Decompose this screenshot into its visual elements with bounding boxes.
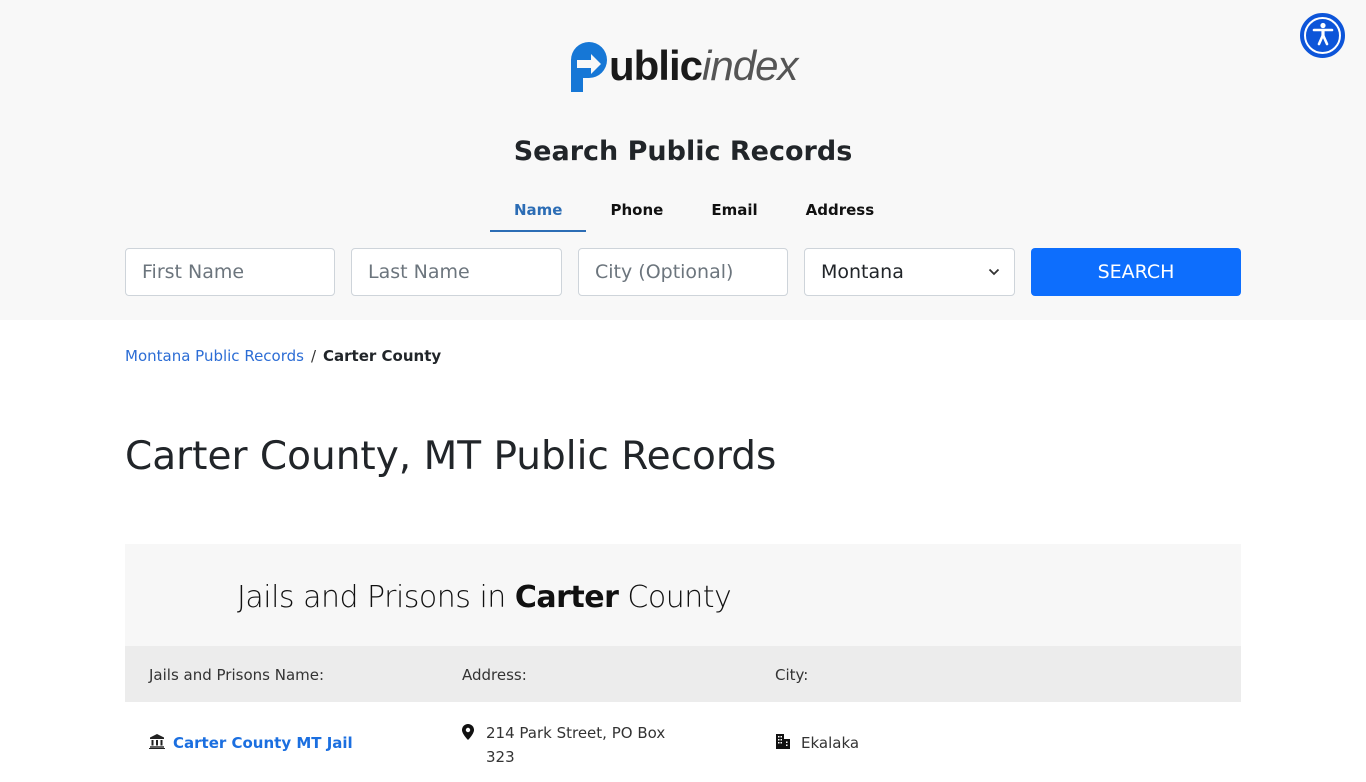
chevron-down-icon [988, 249, 1000, 295]
search-button[interactable]: SEARCH [1031, 248, 1241, 296]
tab-name[interactable]: Name [490, 196, 587, 232]
first-name-input[interactable]: First Name [125, 248, 335, 296]
table-row: Carter County MT Jail 214 Park Street, P… [125, 702, 1241, 782]
logo-arrow-icon [567, 38, 611, 94]
address-text: 214 Park Street, PO Box 323 [486, 724, 666, 766]
search-title: Search Public Records [513, 136, 853, 167]
jails-section: Jails and Prisons in Carter County Jails… [125, 544, 1241, 782]
logo-text-light: index [702, 42, 798, 89]
facility-name-cell: Carter County MT Jail [149, 733, 353, 753]
address-cell: 214 Park Street, PO Box 323 [462, 721, 682, 769]
site-logo[interactable]: ublicindex [567, 38, 798, 94]
breadcrumb-separator: / [310, 347, 317, 365]
accessibility-icon [1312, 22, 1334, 50]
breadcrumb-link-montana[interactable]: Montana Public Records [125, 347, 304, 365]
accessibility-button[interactable] [1300, 13, 1345, 58]
tab-phone[interactable]: Phone [586, 196, 687, 232]
state-select-value: Montana [821, 261, 904, 283]
map-pin-icon [462, 721, 474, 769]
tab-email[interactable]: Email [687, 196, 781, 232]
tab-address[interactable]: Address [782, 196, 899, 232]
facility-link[interactable]: Carter County MT Jail [173, 734, 353, 752]
breadcrumb-current: Carter County [323, 347, 442, 365]
logo-text-bold: ublic [609, 42, 703, 89]
last-name-input[interactable]: Last Name [351, 248, 562, 296]
column-header-name: Jails and Prisons Name: [149, 666, 325, 684]
city-cell: Ekalaka [775, 733, 859, 753]
breadcrumb: Montana Public Records / Carter County [125, 347, 441, 365]
table-header: Jails and Prisons Name: Address: City: [125, 646, 1241, 702]
header: ublicindex Search Public Records Name Ph… [0, 0, 1366, 320]
city-input[interactable]: City (Optional) [578, 248, 788, 296]
search-form: First Name Last Name City (Optional) Mon… [125, 248, 1241, 296]
page-title: Carter County, MT Public Records [125, 434, 777, 479]
city-text: Ekalaka [801, 734, 860, 752]
city-building-icon [775, 733, 791, 753]
building-columns-icon [149, 733, 165, 753]
column-header-address: Address: [462, 666, 527, 684]
search-tabs: Name Phone Email Address [490, 196, 898, 232]
section-header: Jails and Prisons in Carter County [125, 544, 1241, 646]
section-title: Jails and Prisons in Carter County [237, 580, 732, 615]
column-header-city: City: [775, 666, 809, 684]
state-select[interactable]: Montana [804, 248, 1015, 296]
